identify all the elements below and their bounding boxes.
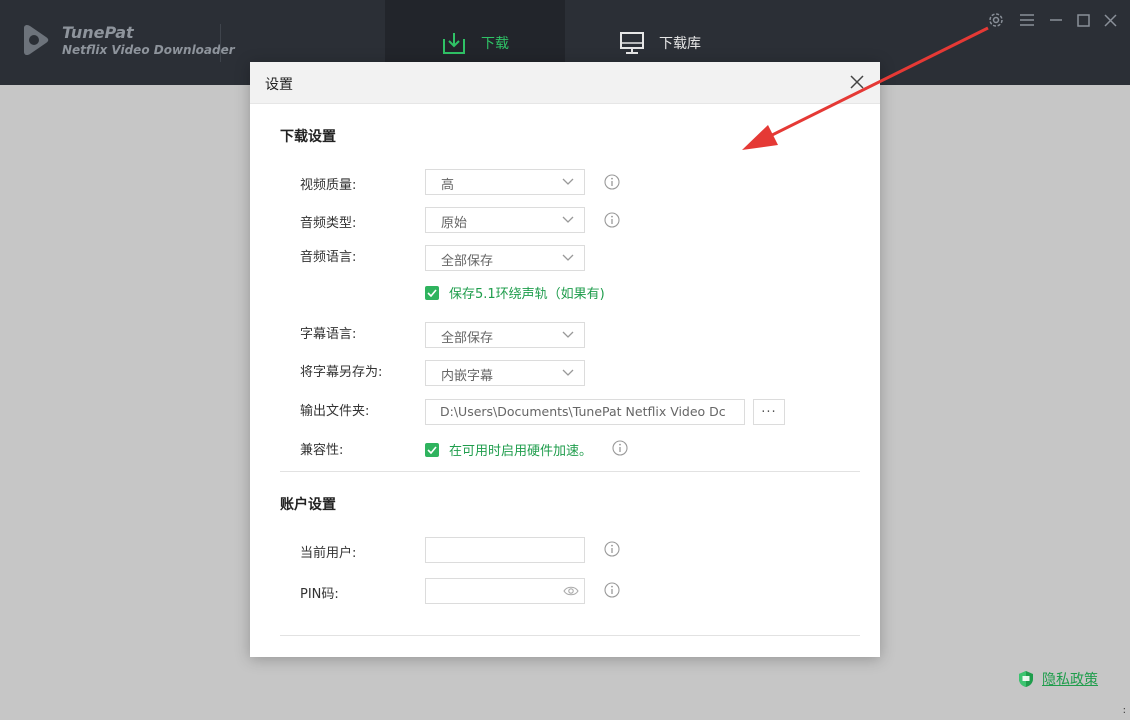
annotation-arrow — [742, 26, 989, 150]
corner-mark: : — [1122, 705, 1126, 716]
